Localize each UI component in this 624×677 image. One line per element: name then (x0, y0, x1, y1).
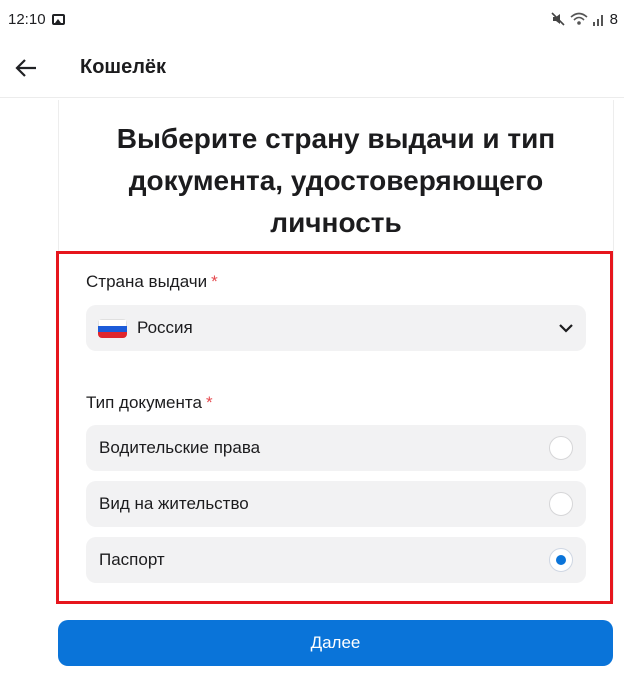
country-select[interactable]: Россия (86, 305, 586, 351)
russia-flag-icon (98, 318, 127, 338)
radio-unchecked[interactable] (549, 492, 573, 516)
country-label-text: Страна выдачи (86, 272, 208, 291)
battery-text: 8 (609, 10, 618, 28)
document-type-label: Тип документа * (86, 393, 213, 413)
option-residence-permit[interactable]: Вид на жительство (86, 481, 586, 527)
gallery-icon (51, 13, 65, 25)
option-drivers-license[interactable]: Водительские права (86, 425, 586, 471)
wifi-icon (570, 12, 588, 25)
option-label: Паспорт (99, 550, 165, 569)
radio-dot (556, 555, 566, 565)
required-mark: * (211, 272, 218, 291)
mute-icon (551, 12, 565, 26)
status-left: 12:10 (8, 11, 65, 28)
option-label: Вид на жительство (99, 494, 249, 513)
option-label: Водительские права (99, 438, 261, 457)
signal-icon (592, 15, 603, 26)
status-time: 12:10 (8, 10, 46, 28)
page-title: Кошелёк (80, 56, 167, 78)
country-value: Россия (137, 318, 193, 337)
radio-checked[interactable] (549, 548, 573, 572)
document-type-label-text: Тип документа (86, 393, 202, 412)
app-header: Кошелёк (0, 38, 624, 98)
required-mark: * (205, 393, 213, 412)
radio-unchecked[interactable] (549, 436, 573, 460)
screen-heading: Выберите страну выдачи и тип документа, … (116, 123, 556, 238)
next-button[interactable]: Далее (58, 620, 613, 666)
country-label: Страна выдачи * (86, 272, 218, 292)
status-bar: 12:10 8 (0, 0, 624, 38)
option-passport[interactable]: Паспорт (86, 537, 586, 583)
arrow-left-icon (15, 58, 36, 77)
chevron-down-icon (559, 324, 573, 333)
status-right: 8 (550, 11, 618, 28)
back-button[interactable] (4, 46, 48, 90)
